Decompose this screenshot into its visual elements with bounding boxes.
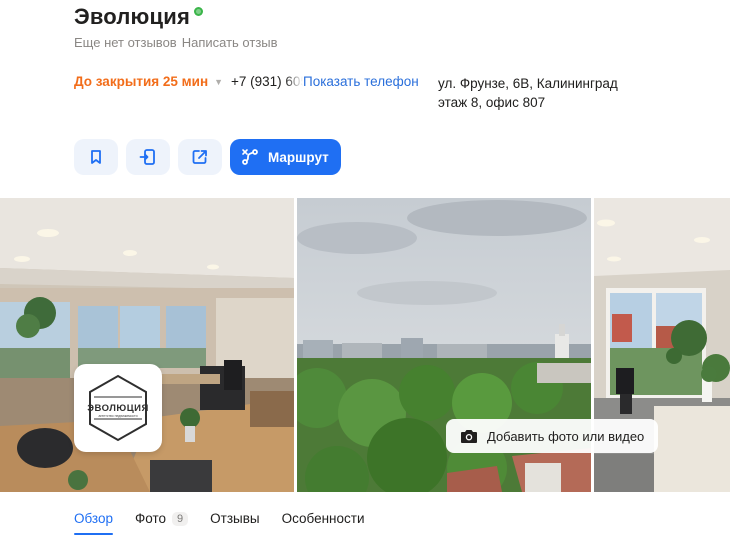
- bookmark-icon: [91, 150, 101, 164]
- route-button[interactable]: Маршрут: [230, 139, 341, 175]
- svg-text:ЭВОЛЮЦИЯ: ЭВОЛЮЦИЯ: [87, 403, 149, 414]
- working-hours-status[interactable]: До закрытия 25 мин ▼: [74, 74, 223, 89]
- share-icon: [192, 150, 207, 164]
- tab-label: Обзор: [74, 511, 113, 526]
- title-row: Эволюция: [74, 4, 204, 30]
- address-line-1: ул. Фрунзе, 6В, Калининград: [438, 76, 618, 91]
- tab-label: Фото: [135, 511, 167, 526]
- write-review-link[interactable]: Написать отзыв: [182, 35, 278, 50]
- phone-block: +7 (931) 605Показать телефон: [231, 74, 419, 89]
- add-photo-button[interactable]: Добавить фото или видео: [446, 419, 659, 453]
- tab-features[interactable]: Особенности: [282, 511, 365, 535]
- action-buttons: Маршрут: [74, 139, 341, 175]
- page-title: Эволюция: [74, 4, 191, 29]
- chevron-down-icon: ▼: [214, 77, 224, 87]
- photo-gallery: ЭВОЛЮЦИЯ агентство недвижимости Добавить…: [0, 198, 730, 492]
- tabs: Обзор Фото 9 Отзывы Особенности: [74, 511, 365, 535]
- send-to-phone-button[interactable]: [126, 139, 170, 175]
- tab-reviews[interactable]: Отзывы: [210, 511, 259, 535]
- address-line-2: этаж 8, офис 807: [438, 95, 546, 110]
- company-logo[interactable]: ЭВОЛЮЦИЯ агентство недвижимости: [74, 364, 162, 452]
- no-reviews-text: Еще нет отзывов: [74, 35, 177, 50]
- share-button[interactable]: [178, 139, 222, 175]
- verified-badge-icon: [194, 7, 204, 16]
- send-to-phone-icon: [139, 149, 155, 165]
- route-button-label: Маршрут: [268, 149, 329, 165]
- phone-number-partial: +7 (931) 605: [231, 74, 303, 89]
- closing-time-text: До закрытия 25 мин: [74, 74, 209, 89]
- tab-label: Отзывы: [210, 511, 260, 526]
- svg-text:агентство недвижимости: агентство недвижимости: [98, 414, 137, 418]
- route-icon: [242, 149, 258, 165]
- photo-count-badge: 9: [172, 511, 189, 526]
- evolution-logo-icon: ЭВОЛЮЦИЯ агентство недвижимости: [87, 374, 149, 442]
- tab-photos[interactable]: Фото 9: [135, 511, 189, 535]
- reviews-row: Еще нет отзывов Написать отзыв: [74, 35, 278, 50]
- show-phone-link[interactable]: Показать телефон: [303, 74, 419, 89]
- camera-icon: [461, 430, 477, 443]
- bookmark-button[interactable]: [74, 139, 118, 175]
- address[interactable]: ул. Фрунзе, 6В, Калининград этаж 8, офис…: [438, 74, 618, 112]
- tab-label: Особенности: [281, 511, 365, 526]
- tab-overview[interactable]: Обзор: [74, 511, 113, 535]
- add-photo-label: Добавить фото или видео: [487, 428, 645, 444]
